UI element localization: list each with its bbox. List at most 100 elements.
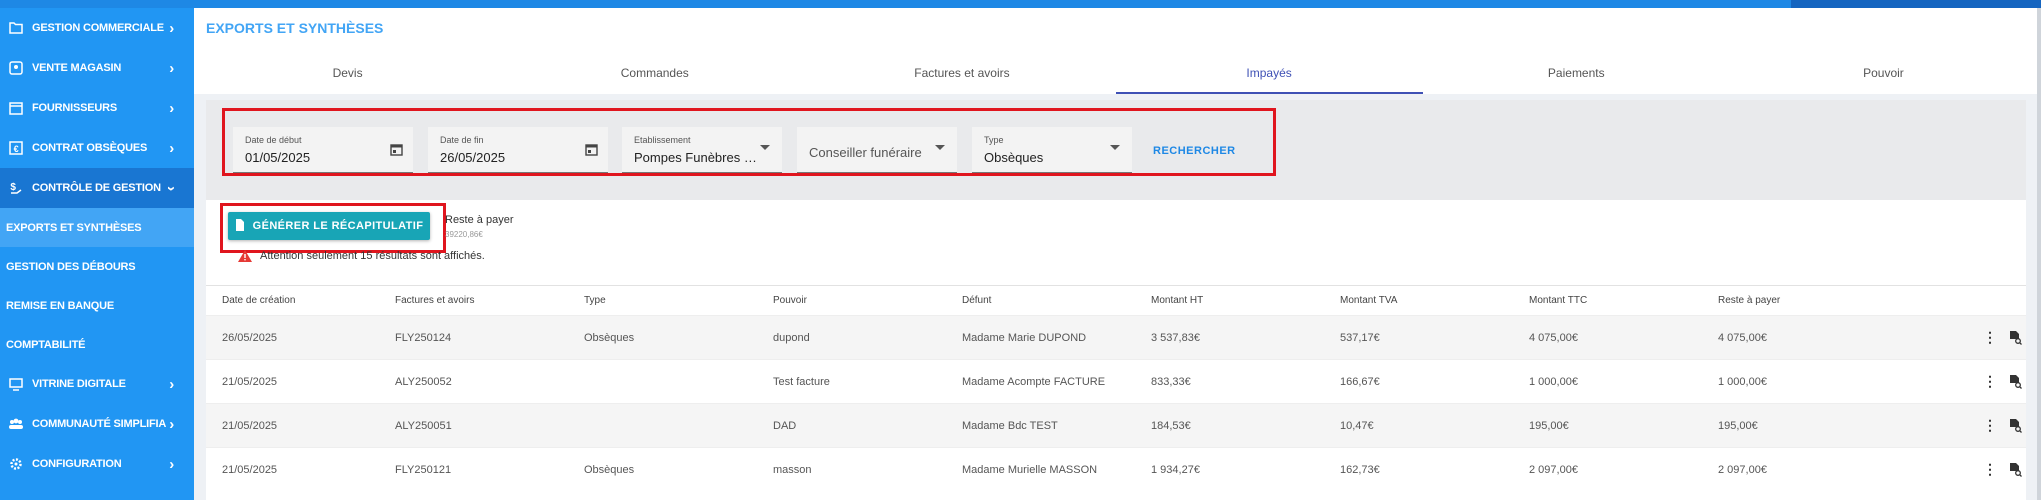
column-header[interactable]: Factures et avoirs (395, 295, 584, 306)
folder-icon (8, 20, 24, 36)
etablissement-select[interactable]: Etablissement Pompes Funèbres M... (622, 127, 782, 173)
cell-montant-ht: 184,53€ (1151, 419, 1191, 432)
sidebar-subitem-comptabilite[interactable]: COMPTABILITÉ (0, 325, 194, 364)
cell-defunt: Madame Bdc TEST (962, 419, 1058, 432)
tab-commandes[interactable]: Commandes (501, 54, 808, 94)
cell-defunt: Madame Acompte FACTURE (962, 375, 1106, 388)
table-row[interactable]: 21/05/2025 FLY250121 Obsèques masson Mad… (206, 447, 2026, 491)
more-vert-icon[interactable]: ⋮ (1983, 417, 1997, 434)
column-header[interactable]: Date de création (206, 295, 395, 306)
column-header[interactable]: Montant HT (1151, 295, 1340, 306)
sidebar-subitem-remise-banque[interactable]: REMISE EN BANQUE (0, 286, 194, 325)
cell-reste: 2 097,00€ (1718, 463, 1767, 476)
column-header[interactable]: Montant TTC (1529, 295, 1718, 306)
cell-pouvoir: DAD (773, 419, 797, 432)
sidebar-item-label: VITRINE DIGITALE (32, 378, 126, 390)
cell-pouvoir: dupond (773, 331, 810, 344)
chevron-right-icon: › (169, 455, 174, 473)
tab-factures[interactable]: Factures et avoirs (808, 54, 1115, 94)
column-header[interactable]: Type (584, 295, 773, 306)
end-date-field[interactable]: Date de fin 26/05/2025 (428, 127, 608, 173)
tab-pouvoir[interactable]: Pouvoir (1730, 54, 2037, 94)
top-bar-user-block[interactable] (1791, 0, 2041, 8)
sidebar-subitem-debours[interactable]: GESTION DES DÉBOURS (0, 247, 194, 286)
top-bar (0, 0, 2041, 8)
filter-highlight-box: Date de début 01/05/2025 Date de fin 26/… (222, 108, 1276, 176)
sidebar-item-label: VENTE MAGASIN (32, 62, 122, 74)
sidebar-item-gestion-commerciale[interactable]: GESTION COMMERCIALE › (0, 8, 194, 48)
svg-text:€: € (14, 144, 19, 154)
column-header[interactable]: Reste à payer (1718, 295, 1907, 306)
scrollbar[interactable] (2037, 8, 2041, 500)
conseiller-select[interactable]: Conseiller funéraire (797, 127, 957, 173)
sidebar: GESTION COMMERCIALE › VENTE MAGASIN › FO… (0, 8, 194, 500)
column-header[interactable]: Défunt (962, 295, 1151, 306)
cell-montant-tva: 10,47€ (1340, 419, 1374, 432)
end-date-label: Date de fin (440, 135, 484, 145)
etablissement-value: Pompes Funèbres M... (634, 150, 762, 165)
start-date-field[interactable]: Date de début 01/05/2025 (233, 127, 413, 173)
type-select[interactable]: Type Obsèques (972, 127, 1132, 173)
calendar-icon[interactable] (585, 143, 598, 159)
cell-reste: 1 000,00€ (1718, 375, 1767, 388)
contract-icon: € (8, 140, 24, 156)
sidebar-item-configuration[interactable]: CONFIGURATION › (0, 444, 194, 484)
table-row[interactable]: 26/05/2025 FLY250124 Obsèques dupond Mad… (206, 315, 2026, 359)
cell-montant-ttc: 195,00€ (1529, 419, 1569, 432)
svg-text:$: $ (10, 182, 16, 193)
more-vert-icon[interactable]: ⋮ (1983, 373, 1997, 390)
column-header[interactable]: Pouvoir (773, 295, 962, 306)
cell-montant-ht: 833,33€ (1151, 375, 1191, 388)
warning-text: Attention seulement 15 résultats sont af… (260, 250, 485, 262)
column-header[interactable]: Montant TVA (1340, 295, 1529, 306)
gear-icon (8, 456, 24, 472)
cell-facture: ALY250052 (395, 375, 452, 388)
sidebar-item-vitrine-digitale[interactable]: VITRINE DIGITALE › (0, 364, 194, 404)
file-search-icon[interactable] (2009, 462, 2022, 477)
filter-panel: Date de début 01/05/2025 Date de fin 26/… (206, 100, 2026, 200)
cell-pouvoir: masson (773, 463, 812, 476)
warning-message: Attention seulement 15 résultats sont af… (238, 250, 485, 262)
sidebar-item-label: GESTION COMMERCIALE (32, 22, 164, 34)
caret-down-icon (1110, 145, 1120, 150)
type-value: Obsèques (984, 150, 1044, 165)
user-icon (8, 60, 24, 76)
file-search-icon[interactable] (2009, 330, 2022, 345)
cell-montant-ttc: 4 075,00€ (1529, 331, 1578, 344)
cell-facture: FLY250124 (395, 331, 452, 344)
tab-impayes[interactable]: Impayés (1115, 54, 1423, 94)
cell-montant-ttc: 2 097,00€ (1529, 463, 1578, 476)
cell-pouvoir: Test facture (773, 375, 830, 388)
cell-reste: 4 075,00€ (1718, 331, 1767, 344)
generate-summary-button[interactable]: GÉNÉRER LE RÉCAPITULATIF (228, 212, 430, 240)
sidebar-item-label: COMMUNAUTÉ SIMPLIFIA (32, 418, 167, 430)
sidebar-item-label: CONTRAT OBSÈQUES (32, 142, 148, 154)
tab-paiements[interactable]: Paiements (1423, 54, 1730, 94)
main-content: EXPORTS ET SYNTHÈSES Devis Commandes Fac… (194, 8, 2037, 500)
table-row[interactable]: 21/05/2025 ALY250052 Test facture Madame… (206, 359, 2026, 403)
community-icon (8, 416, 24, 432)
file-search-icon[interactable] (2009, 418, 2022, 433)
cell-date: 26/05/2025 (222, 331, 278, 344)
cell-montant-tva: 166,67€ (1340, 375, 1380, 388)
sidebar-item-controle-de-gestion[interactable]: $ CONTRÔLE DE GESTION › (0, 168, 194, 208)
search-button[interactable]: RECHERCHER (1153, 145, 1236, 157)
table-body: 26/05/2025 FLY250124 Obsèques dupond Mad… (206, 315, 2026, 491)
sidebar-item-vente-magasin[interactable]: VENTE MAGASIN › (0, 48, 194, 88)
calendar-icon[interactable] (390, 143, 403, 159)
more-vert-icon[interactable]: ⋮ (1983, 461, 1997, 478)
more-vert-icon[interactable]: ⋮ (1983, 329, 1997, 346)
cell-facture: FLY250121 (395, 463, 452, 476)
chevron-right-icon: › (169, 19, 174, 37)
tab-devis[interactable]: Devis (194, 54, 501, 94)
sidebar-item-contrat-obseques[interactable]: € CONTRAT OBSÈQUES › (0, 128, 194, 168)
sidebar-item-communaute[interactable]: COMMUNAUTÉ SIMPLIFIA › (0, 404, 194, 444)
generate-summary-label: GÉNÉRER LE RÉCAPITULATIF (252, 220, 424, 232)
chevron-right-icon: › (169, 415, 174, 433)
monitor-icon (8, 376, 24, 392)
sidebar-subitem-exports[interactable]: EXPORTS ET SYNTHÈSES (0, 208, 194, 247)
sidebar-item-fournisseurs[interactable]: FOURNISSEURS › (0, 88, 194, 128)
file-search-icon[interactable] (2009, 374, 2022, 389)
results-table: Date de création Factures et avoirs Type… (206, 285, 2026, 491)
table-row[interactable]: 21/05/2025 ALY250051 DAD Madame Bdc TEST… (206, 403, 2026, 447)
